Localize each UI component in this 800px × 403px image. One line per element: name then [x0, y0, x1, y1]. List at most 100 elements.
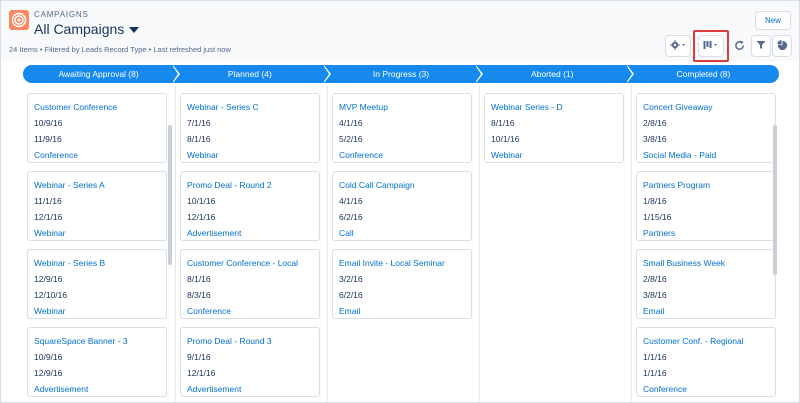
end-date: 12/10/16 — [34, 290, 68, 300]
start-date: 7/1/16 — [187, 118, 211, 128]
campaign-name-link[interactable]: Customer Conference - Local — [187, 255, 313, 271]
object-label: CAMPAIGNS — [34, 10, 89, 19]
campaign-card[interactable]: Customer Conf. - Regional 1/1/16 1/1/16 … — [636, 327, 776, 397]
target-icon — [9, 10, 29, 30]
campaign-type: Webinar — [491, 150, 523, 160]
campaign-card[interactable]: Customer Conference - Local 8/1/16 8/3/1… — [180, 249, 320, 319]
stage-in-progress[interactable]: In Progress (3) — [325, 65, 483, 83]
kanban-column: Webinar Series - D 8/1/16 10/1/16 Webina… — [479, 85, 631, 402]
campaign-type: Advertisement — [34, 384, 89, 394]
campaign-card[interactable]: Webinar Series - D 8/1/16 10/1/16 Webina… — [484, 93, 624, 163]
gear-icon — [670, 40, 686, 52]
campaign-type: Call — [339, 228, 354, 238]
campaign-name-link[interactable]: Email Invite - Local Seminar — [339, 255, 465, 271]
campaign-type: Webinar — [34, 228, 66, 238]
campaign-card[interactable]: Cold Call Campaign 4/1/16 6/2/16 Call — [332, 171, 472, 241]
end-date: 12/1/16 — [187, 212, 216, 222]
campaign-card[interactable]: Webinar - Series C 7/1/16 8/1/16 Webinar — [180, 93, 320, 163]
start-date: 4/1/16 — [339, 196, 363, 206]
end-date: 12/1/16 — [34, 212, 63, 222]
campaign-card[interactable]: Webinar - Series A 11/1/16 12/1/16 Webin… — [27, 171, 167, 241]
start-date: 4/1/16 — [339, 118, 363, 128]
campaign-name-link[interactable]: Webinar - Series C — [187, 99, 313, 115]
campaign-type: Partners — [643, 228, 676, 238]
start-date: 10/9/16 — [34, 118, 63, 128]
new-button[interactable]: New — [755, 11, 791, 30]
end-date: 3/8/16 — [643, 134, 667, 144]
campaign-name-link[interactable]: Webinar - Series B — [34, 255, 160, 271]
stage-completed[interactable]: Completed (8) — [627, 65, 780, 83]
campaign-name-link[interactable]: Webinar Series - D — [491, 99, 617, 115]
campaign-card[interactable]: Partners Program 1/8/16 1/15/16 Partners — [636, 171, 776, 241]
campaign-type: Conference — [339, 150, 383, 160]
campaign-type: Social Media - Paid — [643, 150, 717, 160]
page-title: All Campaigns — [34, 21, 125, 37]
chevron-down-icon[interactable] — [129, 27, 140, 33]
campaign-name-link[interactable]: Cold Call Campaign — [339, 177, 465, 193]
end-date: 10/1/16 — [491, 134, 520, 144]
stage-label: Completed (8) — [676, 69, 731, 79]
stage-planned[interactable]: Planned (4) — [174, 65, 332, 83]
campaign-card[interactable]: SquareSpace Banner - 3 10/9/16 12/9/16 A… — [27, 327, 167, 397]
column-scrollbar[interactable] — [168, 125, 172, 265]
end-date: 6/2/16 — [339, 290, 363, 300]
start-date: 2/8/16 — [643, 118, 667, 128]
end-date: 12/1/16 — [187, 368, 216, 378]
campaign-name-link[interactable]: SquareSpace Banner - 3 — [34, 333, 160, 349]
campaign-name-link[interactable]: Promo Deal - Round 3 — [187, 333, 313, 349]
campaign-card[interactable]: Concert Giveaway 2/8/16 3/8/16 Social Me… — [636, 93, 776, 163]
kanban-column: MVP Meetup 4/1/16 5/2/16 Conference Cold… — [327, 85, 479, 402]
campaign-card[interactable]: Promo Deal - Round 3 9/1/16 12/1/16 Adve… — [180, 327, 320, 397]
end-date: 5/2/16 — [339, 134, 363, 144]
start-date: 3/2/16 — [339, 274, 363, 284]
start-date: 10/1/16 — [187, 196, 216, 206]
campaign-name-link[interactable]: Partners Program — [643, 177, 769, 193]
campaign-name-link[interactable]: Small Business Week — [643, 255, 769, 271]
end-date: 12/9/16 — [34, 368, 63, 378]
campaign-type: Conference — [643, 384, 687, 394]
refresh-button[interactable] — [729, 35, 749, 57]
campaign-name-link[interactable]: Promo Deal - Round 2 — [187, 177, 313, 193]
start-date: 1/1/16 — [643, 352, 667, 362]
campaign-name-link[interactable]: MVP Meetup — [339, 99, 465, 115]
start-date: 2/8/16 — [643, 274, 667, 284]
end-date: 6/2/16 — [339, 212, 363, 222]
start-date: 9/1/16 — [187, 352, 211, 362]
campaign-type: Advertisement — [187, 228, 242, 238]
settings-button[interactable] — [665, 35, 691, 57]
campaign-type: Email — [643, 306, 665, 316]
stage-aborted[interactable]: Aborted (1) — [476, 65, 634, 83]
end-date: 11/9/16 — [34, 134, 62, 144]
column-scrollbar[interactable] — [773, 125, 777, 275]
campaign-card[interactable]: Promo Deal - Round 2 10/1/16 12/1/16 Adv… — [180, 171, 320, 241]
campaign-type: Conference — [187, 306, 231, 316]
campaign-card[interactable]: Customer Conference 10/9/16 11/9/16 Conf… — [27, 93, 167, 163]
refresh-icon — [734, 40, 745, 53]
campaign-type: Webinar — [34, 306, 66, 316]
start-date: 8/1/16 — [491, 118, 515, 128]
campaign-type: Webinar — [187, 150, 219, 160]
campaign-name-link[interactable]: Customer Conf. - Regional — [643, 333, 769, 349]
stage-awaiting-approval[interactable]: Awaiting Approval (8) — [23, 65, 181, 83]
end-date: 1/1/16 — [643, 368, 667, 378]
chart-button[interactable] — [772, 35, 792, 57]
campaign-name-link[interactable]: Customer Conference — [34, 99, 160, 115]
kanban-column: Concert Giveaway 2/8/16 3/8/16 Social Me… — [631, 85, 779, 402]
highlight-box — [693, 30, 729, 62]
filter-button[interactable] — [751, 35, 771, 57]
campaign-name-link[interactable]: Concert Giveaway — [643, 99, 769, 115]
campaign-card[interactable]: MVP Meetup 4/1/16 5/2/16 Conference — [332, 93, 472, 163]
list-view-selector[interactable]: All Campaigns — [34, 21, 140, 37]
stage-path: Awaiting Approval (8) Planned (4) In Pro… — [23, 65, 780, 83]
app-frame: CAMPAIGNS All Campaigns 24 Items • Filte… — [0, 0, 800, 403]
stage-label: Planned (4) — [227, 69, 272, 79]
end-date: 1/15/16 — [643, 212, 672, 222]
stage-label: Aborted (1) — [530, 69, 574, 79]
campaign-name-link[interactable]: Webinar - Series A — [34, 177, 160, 193]
stage-label: In Progress (3) — [372, 69, 430, 79]
start-date: 10/9/16 — [34, 352, 63, 362]
campaign-card[interactable]: Small Business Week 2/8/16 3/8/16 Email — [636, 249, 776, 319]
campaign-card[interactable]: Webinar - Series B 12/9/16 12/10/16 Webi… — [27, 249, 167, 319]
start-date: 1/8/16 — [643, 196, 667, 206]
campaign-card[interactable]: Email Invite - Local Seminar 3/2/16 6/2/… — [332, 249, 472, 319]
